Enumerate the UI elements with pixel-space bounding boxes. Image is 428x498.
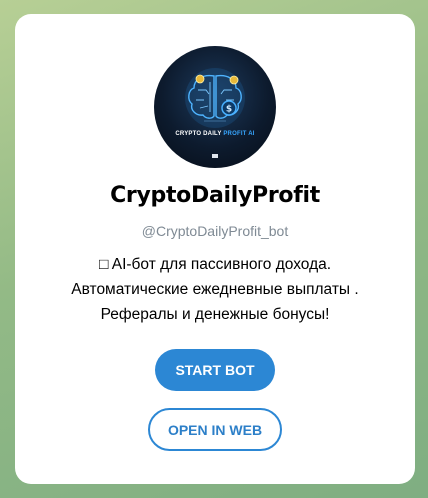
bot-username: @CryptoDailyProfit_bot [141,223,289,239]
avatar-caption-main: CRYPTO DAILY [175,131,222,137]
brain-logo-icon: $ [185,68,245,158]
open-in-web-button[interactable]: OPEN IN WEB [148,408,282,451]
bot-description: □ AI-бот для пассивного дохода. Автомати… [35,252,395,327]
description-line: □ AI-бот для пассивного дохода. [98,256,332,273]
bot-avatar: $ CRYPTO DAILY PROFIT AI [154,46,276,168]
avatar-caption: CRYPTO DAILY PROFIT AI [154,131,276,137]
svg-text:$: $ [226,105,232,115]
description-line: Автоматические ежедневные выплаты . [71,281,359,298]
start-bot-button[interactable]: START BOT [155,349,275,391]
description-line: Рефералы и денежные бонусы! [100,306,330,323]
bot-name: CryptoDailyProfit [110,183,320,208]
bot-preview-card: $ CRYPTO DAILY PROFIT AI CryptoDailyProf… [15,14,415,484]
avatar-caption-accent: PROFIT AI [223,131,255,137]
